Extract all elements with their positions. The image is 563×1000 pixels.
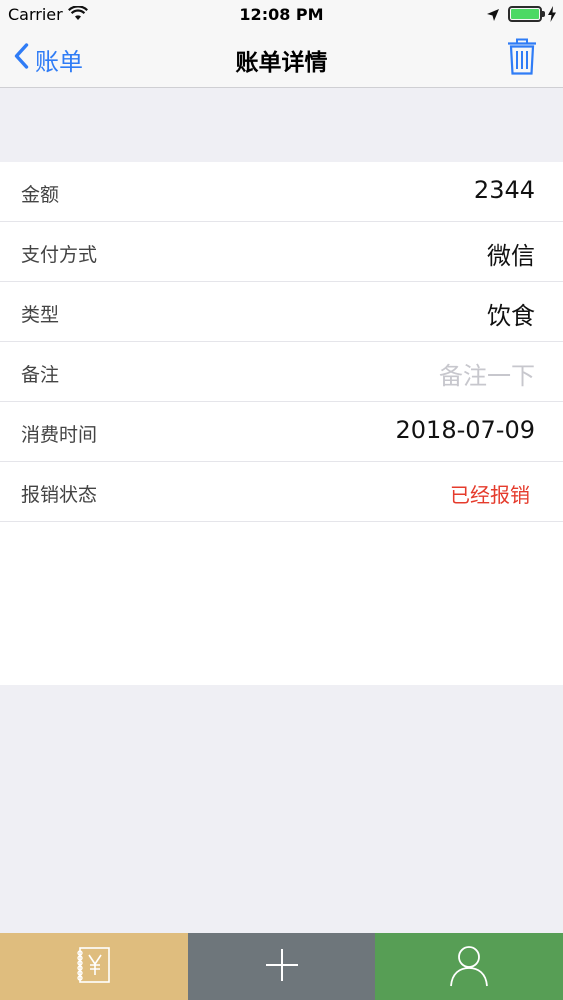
row-category[interactable]: 类型 饮食 [0, 282, 563, 342]
tab-bills[interactable] [0, 933, 188, 1000]
payment-method-label: 支付方式 [21, 244, 98, 266]
row-payment-method[interactable]: 支付方式 微信 [0, 222, 563, 282]
amount-value: 2344 [473, 176, 535, 204]
row-reimbursement-status[interactable]: 报销状态 已经报销 [0, 462, 563, 522]
note-input[interactable]: 备注一下 [439, 356, 535, 391]
reimbursement-status-value: 已经报销 [450, 483, 530, 507]
tab-profile[interactable] [375, 933, 563, 1000]
status-bar: Carrier 12:08 PM [0, 0, 563, 30]
status-time: 12:08 PM [239, 5, 324, 24]
delete-button[interactable] [506, 38, 538, 80]
charging-icon [547, 6, 557, 26]
reimbursement-status-label: 报销状态 [21, 484, 98, 506]
tab-add[interactable] [188, 933, 375, 1000]
row-amount[interactable]: 金额 2344 [0, 162, 563, 222]
amount-label: 金额 [21, 184, 60, 206]
bill-detail-table: 金额 2344 支付方式 微信 类型 饮食 备注 备注一下 消费时间 2018-… [0, 162, 563, 685]
ledger-yen-icon [74, 945, 114, 989]
person-icon [449, 943, 489, 991]
plus-icon [264, 947, 300, 987]
category-label: 类型 [21, 304, 60, 326]
navigation-bar: 账单 账单详情 [0, 30, 563, 88]
category-value: 饮食 [487, 302, 535, 330]
row-note[interactable]: 备注 备注一下 [0, 342, 563, 402]
battery-icon [508, 6, 542, 22]
trash-icon [506, 38, 538, 80]
date-value: 2018-07-09 [395, 416, 535, 444]
location-icon [486, 7, 500, 26]
battery-tip [542, 11, 545, 17]
payment-method-value: 微信 [487, 242, 535, 270]
note-label: 备注 [21, 364, 60, 386]
date-label: 消费时间 [21, 424, 98, 446]
row-date[interactable]: 消费时间 2018-07-09 [0, 402, 563, 462]
page-title: 账单详情 [235, 50, 328, 76]
tab-bar [0, 933, 563, 1000]
